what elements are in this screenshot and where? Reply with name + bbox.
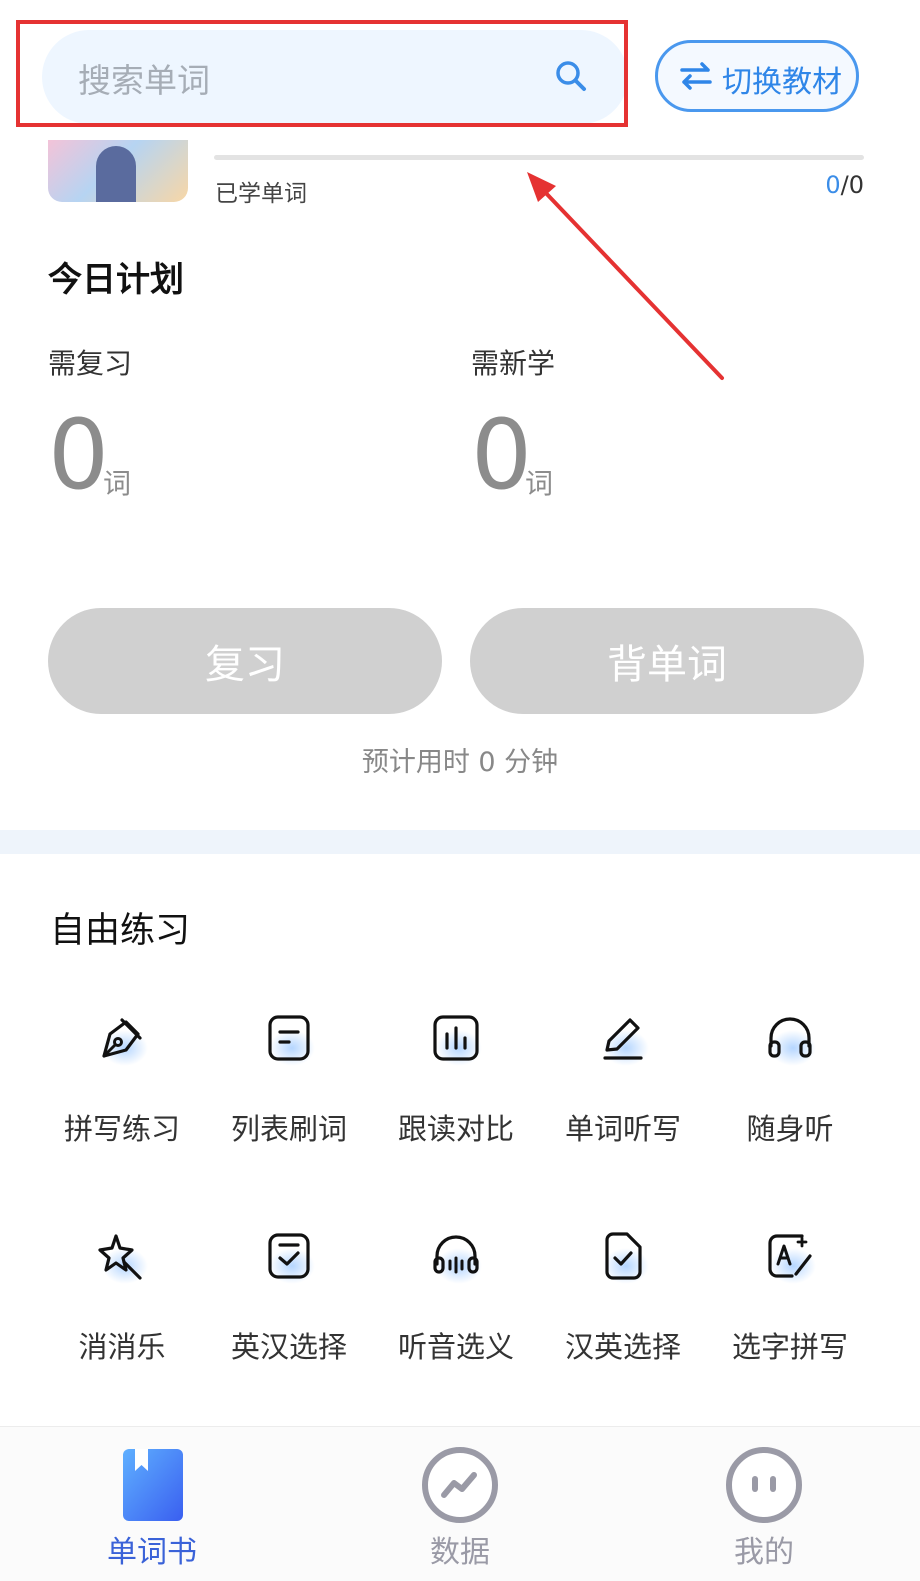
check-doc-icon — [605, 1232, 642, 1280]
practice-portable-listen[interactable]: 随身听 — [706, 1000, 874, 1150]
pencil-icon — [603, 1018, 643, 1060]
practice-label: 选字拼写 — [731, 1330, 848, 1364]
book-icon — [123, 1449, 183, 1521]
swap-arrows-icon — [680, 62, 712, 90]
practice-en-cn-choice[interactable]: 英汉选择 — [205, 1218, 373, 1368]
practice-label: 听音选义 — [397, 1330, 514, 1364]
section-divider — [0, 830, 920, 854]
learned-words-label: 已学单词 — [215, 181, 307, 207]
practice-label: 随身听 — [746, 1112, 834, 1146]
magic-star-icon — [98, 1234, 142, 1280]
nav-mine[interactable]: 我的 — [644, 1427, 884, 1581]
practice-label: 消消乐 — [78, 1330, 166, 1364]
new-unit: 词 — [525, 467, 554, 500]
review-needed-label: 需复习 — [48, 347, 133, 380]
practice-label: 汉英选择 — [564, 1330, 681, 1364]
switch-textbook-label: 切换教材 — [722, 65, 842, 100]
check-card-icon — [268, 1233, 310, 1279]
profile-face-icon — [726, 1447, 802, 1523]
practice-spelling[interactable]: 拼写练习 — [38, 1000, 206, 1150]
learn-words-button[interactable]: 背单词 — [470, 608, 864, 714]
practice-label: 拼写练习 — [63, 1112, 180, 1146]
review-unit: 词 — [103, 467, 132, 500]
nav-label: 我的 — [734, 1535, 794, 1570]
practice-label: 单词听写 — [564, 1112, 681, 1146]
book-cover-door — [96, 146, 136, 202]
chart-circle-icon — [422, 1447, 498, 1523]
nav-data[interactable]: 数据 — [340, 1427, 580, 1581]
new-count: 0 — [471, 399, 533, 511]
nav-label: 数据 — [430, 1535, 490, 1570]
practice-dictation[interactable]: 单词听写 — [539, 1000, 707, 1150]
letter-edit-icon — [768, 1234, 812, 1278]
estimated-time: 预计用时 0 分钟 — [361, 747, 559, 778]
practice-match-game[interactable]: 消消乐 — [38, 1218, 206, 1368]
learned-total: /0 — [840, 171, 864, 199]
review-count: 0 — [48, 399, 110, 511]
learned-current: 0 — [825, 171, 841, 199]
new-needed-label: 需新学 — [471, 347, 556, 380]
list-card-icon — [268, 1015, 310, 1061]
practice-listen-meaning[interactable]: 听音选义 — [372, 1218, 540, 1368]
practice-label: 跟读对比 — [397, 1112, 514, 1146]
practice-pick-letter-spell[interactable]: 选字拼写 — [706, 1218, 874, 1368]
practice-list[interactable]: 列表刷词 — [205, 1000, 373, 1150]
nav-label: 单词书 — [107, 1535, 197, 1570]
bottom-nav: 单词书 数据 我的 — [0, 1426, 920, 1581]
learned-progress-bar — [214, 155, 864, 160]
annotation-highlight-box — [16, 20, 628, 127]
practice-cn-en-choice[interactable]: 汉英选择 — [539, 1218, 707, 1368]
learned-words-count: 0/0 — [825, 171, 864, 199]
audio-bars-icon — [433, 1015, 479, 1061]
pen-nib-icon — [102, 1018, 142, 1058]
free-practice-title: 自由练习 — [50, 911, 191, 951]
practice-label: 列表刷词 — [230, 1112, 347, 1146]
review-button[interactable]: 复习 — [48, 608, 442, 714]
headphones-icon — [768, 1017, 812, 1058]
today-plan-title: 今日计划 — [48, 260, 184, 300]
nav-wordbook[interactable]: 单词书 — [32, 1427, 272, 1581]
headset-wave-icon — [433, 1235, 479, 1274]
practice-shadow-read[interactable]: 跟读对比 — [372, 1000, 540, 1150]
practice-label: 英汉选择 — [230, 1330, 347, 1364]
